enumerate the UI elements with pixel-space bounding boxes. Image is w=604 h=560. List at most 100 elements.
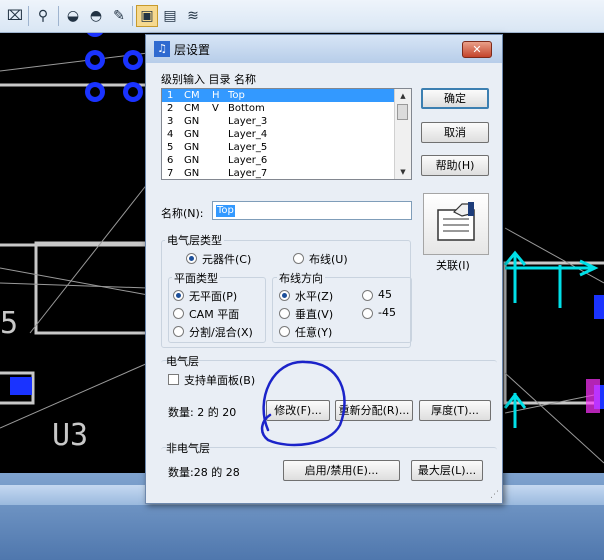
layer-dir: H	[212, 90, 220, 101]
view-icon[interactable]: ◒	[62, 5, 84, 27]
component-radio[interactable]	[186, 253, 197, 264]
plane-type-label: 平面类型	[172, 270, 220, 286]
layer-row[interactable]: 6 GN Layer_6	[162, 154, 411, 167]
non-electrical-label: 非电气层	[166, 442, 210, 455]
dialog-title: 层设置	[174, 43, 211, 57]
layer-settings-dialog: ♫ 层设置 ✕ 级别输入 目录 名称 1 CM H Top 2 CM V Bottom 3 GN L…	[145, 34, 503, 504]
max-layers-button[interactable]: 最大层(L)...	[411, 460, 483, 481]
layer-row[interactable]: 3 GN Layer_3	[162, 115, 411, 128]
split-mixed-label: 分割/混合(X)	[189, 326, 253, 339]
routing-radio[interactable]	[293, 253, 304, 264]
scroll-up-icon[interactable]: ▲	[395, 89, 411, 103]
layer-row[interactable]: 5 GN Layer_5	[162, 141, 411, 154]
layer-name: Bottom	[228, 103, 265, 114]
toolbar-separator	[132, 6, 133, 26]
electrical-type-label: 电气层类型	[165, 232, 224, 248]
layer-num: 5	[167, 142, 174, 153]
modify-button[interactable]: 修改(F)...	[266, 400, 330, 421]
ok-button[interactable]: 确定	[421, 88, 489, 109]
cam-plane-label: CAM 平面	[189, 308, 240, 321]
dialog-titlebar[interactable]: ♫ 层设置 ✕	[146, 35, 502, 63]
layer-name: Top	[228, 90, 245, 101]
close-button[interactable]: ✕	[462, 41, 492, 58]
layer-name: Layer_4	[228, 129, 268, 140]
layer-row[interactable]: 1 CM H Top	[162, 89, 411, 102]
brush-icon[interactable]: ✎	[108, 5, 130, 27]
vertical-radio[interactable]	[279, 308, 290, 319]
main-toolbar: ⌧ ⚲ ◒ ◓ ✎ ▣ ▤ ≋	[0, 0, 604, 33]
diagonal-45-label: 45	[378, 288, 392, 301]
non-electrical-count: 数量:28 的 28	[168, 466, 240, 479]
layer-name: Layer_5	[228, 142, 268, 153]
hand-document-icon	[437, 202, 475, 241]
layer-name-value: Top	[216, 205, 235, 217]
routing-radio-label: 布线(U)	[309, 253, 348, 266]
layer-name-input[interactable]: Top	[212, 201, 412, 220]
layer-list-header: 级别输入 目录 名称	[161, 73, 256, 86]
layer-type: CM	[184, 90, 200, 101]
single-sided-checkbox[interactable]	[168, 374, 179, 385]
resize-grip-icon[interactable]: ⋰	[490, 490, 499, 500]
thickness-button[interactable]: 厚度(T)...	[419, 400, 491, 421]
layer-list[interactable]: 1 CM H Top 2 CM V Bottom 3 GN Layer_3 4 GN Layer_4 5 GN…	[161, 88, 412, 180]
vertical-label: 垂直(V)	[295, 308, 334, 321]
toolbar-separator	[28, 6, 29, 26]
layer-num: 2	[167, 103, 174, 114]
zoom-icon[interactable]: ⚲	[32, 5, 54, 27]
routing-direction-label: 布线方向	[277, 270, 325, 286]
horizontal-label: 水平(Z)	[295, 290, 334, 303]
route-icon[interactable]: ≋	[182, 5, 204, 27]
layer-list-scrollbar[interactable]: ▲ ▼	[394, 89, 411, 179]
layer-name: Layer_3	[228, 116, 268, 127]
layer-num: 7	[167, 168, 174, 179]
name-label: 名称(N):	[161, 207, 204, 220]
layer-name: Layer_6	[228, 155, 268, 166]
cancel-button[interactable]: 取消	[421, 122, 489, 143]
layer-row[interactable]: 4 GN Layer_4	[162, 128, 411, 141]
layer-row[interactable]: 7 GN Layer_7	[162, 167, 411, 179]
associate-button[interactable]	[423, 193, 489, 255]
layer-type: GN	[184, 142, 200, 153]
enable-disable-button[interactable]: 启用/禁用(E)...	[283, 460, 400, 481]
component-ref-5: 5	[0, 306, 18, 341]
layer-type: CM	[184, 103, 200, 114]
layer-tool-icon[interactable]: ▣	[136, 5, 158, 27]
dialog-app-icon: ♫	[154, 41, 170, 57]
toolbar-separator	[58, 6, 59, 26]
view2-icon[interactable]: ◓	[85, 5, 107, 27]
component-radio-label: 元器件(C)	[202, 253, 252, 266]
reassign-button[interactable]: 重新分配(R)...	[335, 400, 413, 421]
layer-type: GN	[184, 129, 200, 140]
electrical-layer-count: 数量: 2 的 20	[168, 406, 237, 419]
any-direction-label: 任意(Y)	[295, 326, 333, 339]
no-plane-radio[interactable]	[173, 290, 184, 301]
component-ref-u3: U3	[52, 418, 88, 453]
any-direction-radio[interactable]	[279, 326, 290, 337]
pan-icon[interactable]: ⌧	[4, 5, 26, 27]
pad	[10, 377, 32, 395]
component-outline	[0, 83, 152, 247]
help-button[interactable]: 帮助(H)	[421, 155, 489, 176]
layer-row[interactable]: 2 CM V Bottom	[162, 102, 411, 115]
scroll-thumb[interactable]	[397, 104, 408, 120]
associate-label: 关联(I)	[436, 259, 470, 272]
window-tool-icon[interactable]: ▤	[159, 5, 181, 27]
no-plane-label: 无平面(P)	[189, 290, 238, 303]
split-mixed-radio[interactable]	[173, 326, 184, 337]
layer-type: GN	[184, 116, 200, 127]
layer-dir: V	[212, 103, 219, 114]
layer-type: GN	[184, 168, 200, 179]
pad	[594, 295, 604, 319]
layer-num: 4	[167, 129, 174, 140]
diagonal-minus45-radio[interactable]	[362, 308, 373, 319]
diagonal-45-radio[interactable]	[362, 290, 373, 301]
horizontal-radio[interactable]	[279, 290, 290, 301]
electrical-layer-label: 电气层	[166, 355, 199, 368]
layer-num: 6	[167, 155, 174, 166]
cam-plane-radio[interactable]	[173, 308, 184, 319]
pad	[87, 33, 103, 37]
single-sided-label: 支持单面板(B)	[184, 374, 256, 387]
layer-type: GN	[184, 155, 200, 166]
scroll-down-icon[interactable]: ▼	[395, 165, 411, 179]
layer-name: Layer_7	[228, 168, 268, 179]
